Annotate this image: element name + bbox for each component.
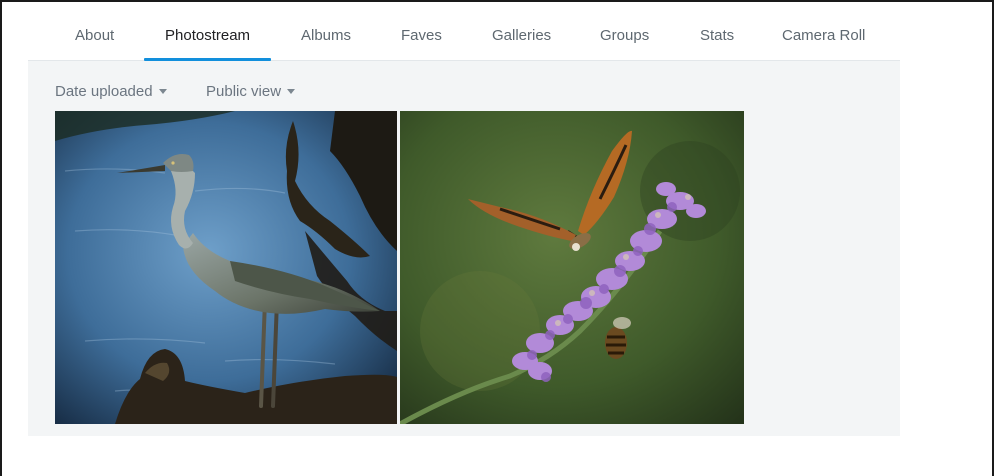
view-dropdown[interactable]: Public view — [206, 83, 296, 100]
butterfly-lavender-photo — [400, 111, 744, 424]
tab-photostream[interactable]: Photostream — [165, 2, 250, 60]
tab-faves[interactable]: Faves — [401, 2, 442, 60]
tab-about[interactable]: About — [75, 2, 114, 60]
heron-photo — [55, 111, 397, 424]
tab-galleries[interactable]: Galleries — [492, 2, 551, 60]
tab-stats[interactable]: Stats — [700, 2, 734, 60]
caret-down-icon — [287, 88, 296, 94]
photo-tile-butterfly[interactable] — [400, 111, 744, 424]
photo-tile-heron[interactable] — [55, 111, 397, 424]
profile-nav: About Photostream Albums Faves Galleries… — [28, 2, 900, 61]
caret-down-icon — [158, 88, 167, 94]
sort-dropdown[interactable]: Date uploaded — [55, 83, 167, 100]
tab-groups[interactable]: Groups — [600, 2, 649, 60]
sort-dropdown-label: Date uploaded — [55, 83, 153, 100]
tab-camera-roll[interactable]: Camera Roll — [782, 2, 865, 60]
tab-albums[interactable]: Albums — [301, 2, 351, 60]
view-dropdown-label: Public view — [206, 83, 282, 100]
